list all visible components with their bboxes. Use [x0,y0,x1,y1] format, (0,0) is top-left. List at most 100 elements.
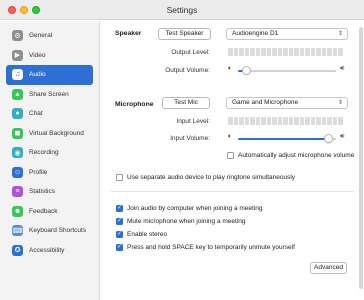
video-icon: ▶ [12,49,23,61]
slider-thumb[interactable] [324,134,334,143]
checkbox-box[interactable]: ✓ [116,205,123,212]
level-segment [272,48,277,56]
level-segment [288,48,293,56]
slider-track [238,70,336,72]
enable-stereo-checkbox[interactable]: ✓ Enable stereo [116,231,167,238]
input-level-meter [228,117,343,125]
level-segment [316,48,321,56]
level-segment [239,117,244,125]
level-segment [299,117,304,125]
sidebar-item-statistics[interactable]: ≡ Statistics [6,182,93,202]
level-segment [272,117,277,125]
slider-thumb[interactable] [242,66,252,75]
sidebar-item-label: Audio [29,71,46,79]
sidebar-item-general[interactable]: ⚙ General [6,26,93,46]
chat-icon: ● [12,108,23,120]
sidebar-item-label: Accessibility [29,246,65,254]
level-segment [327,48,332,56]
level-segment [261,117,266,125]
output-volume-slider[interactable] [238,66,336,76]
auto-adjust-mic-label: Automatically adjust microphone volume [238,152,355,159]
join-audio-checkbox[interactable]: ✓ Join audio by computer when joining a … [116,205,263,212]
space-unmute-checkbox[interactable]: ✓ Press and hold SPACE key to temporaril… [116,244,295,251]
level-segment [283,48,288,56]
level-segment [338,48,343,56]
share-screen-icon: ▲ [12,88,23,100]
microphone-section-label: Microphone [115,101,154,108]
level-segment [233,117,238,125]
sidebar-item-audio[interactable]: ♫ Audio [6,65,93,85]
level-segment [332,117,337,125]
microphone-device-select[interactable]: Game and Microphone ⇕ [226,97,348,109]
sidebar-item-keyboard-shortcuts[interactable]: ⌨ Keyboard Shortcuts [6,221,93,241]
sidebar-item-profile[interactable]: ☺ Profile [6,163,93,183]
sidebar-item-recording[interactable]: ◉ Recording [6,143,93,163]
level-segment [266,48,271,56]
sidebar-item-label: Recording [29,149,59,157]
level-segment [316,117,321,125]
level-segment [250,117,255,125]
level-segment [228,48,233,56]
sidebar-item-label: Chat [29,110,43,118]
audio-settings-panel: Speaker Test Speaker Audioengine D1 ⇕ Ou… [101,21,364,300]
checkbox-box[interactable]: ✓ [116,231,123,238]
separate-ringtone-device-checkbox[interactable]: Use separate audio device to play ringto… [116,174,295,181]
mute-mic-checkbox[interactable]: ✓ Mute microphone when joining a meeting [116,218,246,225]
checkbox-box[interactable] [116,174,123,181]
mute-mic-label: Mute microphone when joining a meeting [127,218,246,225]
section-divider [111,191,354,192]
sidebar-item-accessibility[interactable]: ✪ Accessibility [6,241,93,261]
level-segment [327,117,332,125]
level-segment [266,117,271,125]
test-mic-button[interactable]: Test Mic [162,97,210,109]
level-segment [255,117,260,125]
microphone-device-value: Game and Microphone [232,99,299,106]
sidebar-item-label: Share Screen [29,90,69,98]
level-segment [299,48,304,56]
headphones-icon: ♫ [12,69,23,81]
mic-low-icon: 🔈︎ [228,133,233,140]
mic-high-icon: 🔊︎ [340,133,345,140]
input-level-label: Input Level: [176,118,210,125]
scrollbar[interactable] [359,27,363,289]
sidebar-item-label: General [29,32,53,40]
sidebar-item-feedback[interactable]: ☻ Feedback [6,202,93,222]
advanced-button[interactable]: Advanced [310,262,347,274]
checkbox-box[interactable] [227,152,234,159]
sidebar-item-share-screen[interactable]: ▲ Share Screen [6,85,93,105]
sidebar-item-label: Keyboard Shortcuts [29,227,87,235]
level-segment [294,117,299,125]
level-segment [294,48,299,56]
sidebar-item-label: Video [29,51,46,59]
level-segment [255,48,260,56]
level-segment [261,48,266,56]
auto-adjust-mic-checkbox[interactable]: Automatically adjust microphone volume [227,152,354,159]
level-segment [239,48,244,56]
sidebar-item-video[interactable]: ▶ Video [6,46,93,66]
output-level-label: Output Level: [171,49,210,56]
level-segment [305,117,310,125]
profile-icon: ☺ [12,166,23,178]
output-level-meter [228,48,343,56]
level-segment [305,48,310,56]
settings-sidebar: ⚙ General ▶ Video ♫ Audio ▲ Share Screen ● Chat ◼ V… [0,21,100,300]
checkbox-box[interactable]: ✓ [116,218,123,225]
test-speaker-button[interactable]: Test Speaker [158,28,211,40]
level-segment [244,117,249,125]
level-segment [338,117,343,125]
title-bar: Settings [0,0,364,20]
speaker-low-icon: 🔈︎ [228,65,233,72]
checkbox-box[interactable]: ✓ [116,244,123,251]
speaker-section-label: Speaker [115,30,142,37]
level-segment [277,48,282,56]
sidebar-item-chat[interactable]: ● Chat [6,104,93,124]
window-title: Settings [166,5,198,15]
level-segment [283,117,288,125]
gear-icon: ⚙ [12,30,23,42]
input-volume-slider[interactable] [238,134,336,144]
level-segment [332,48,337,56]
sidebar-item-virtual-background[interactable]: ◼ Virtual Background [6,124,93,144]
keyboard-icon: ⌨ [12,225,23,237]
speaker-device-select[interactable]: Audioengine D1 ⇕ [226,28,348,40]
level-segment [277,117,282,125]
